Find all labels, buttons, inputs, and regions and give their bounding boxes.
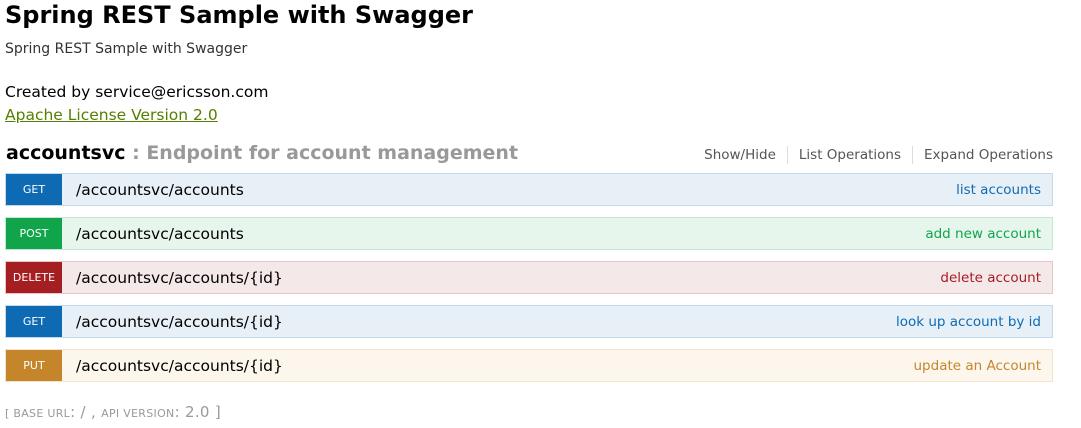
api-title: Spring REST Sample with Swagger <box>5 1 473 29</box>
license-link[interactable]: Apache License Version 2.0 <box>5 106 218 124</box>
operation-summary[interactable]: add new account <box>925 226 1041 242</box>
operation-summary[interactable]: look up account by id <box>896 314 1041 330</box>
api-description: Spring REST Sample with Swagger <box>5 41 248 57</box>
operation-path[interactable]: /accountsvc/accounts/{id} <box>76 269 283 287</box>
http-method-badge[interactable]: PUT <box>6 350 62 381</box>
operation-row-post-accounts[interactable]: POST /accountsvc/accounts add new accoun… <box>5 217 1053 250</box>
operation-summary[interactable]: list accounts <box>956 182 1041 198</box>
operation-row-put-account[interactable]: PUT /accountsvc/accounts/{id} update an … <box>5 349 1053 382</box>
footer-bracket: ] <box>209 403 221 421</box>
operation-row-get-account-by-id[interactable]: GET /accountsvc/accounts/{id} look up ac… <box>5 305 1053 338</box>
operation-path[interactable]: /accountsvc/accounts <box>76 181 244 199</box>
resource-separator: : <box>125 142 147 164</box>
api-version-value: : 2.0 <box>174 403 210 421</box>
http-method-badge[interactable]: POST <box>6 218 62 249</box>
base-url-label: BASE URL <box>13 407 71 420</box>
resource-options: Show/Hide List Operations Expand Operati… <box>693 146 1053 164</box>
resource-name-link[interactable]: accountsvc <box>6 142 126 164</box>
api-footer: [ BASE URL: / , API VERSION: 2.0 ] <box>5 403 221 421</box>
operation-summary[interactable]: update an Account <box>914 358 1042 374</box>
operation-path[interactable]: /accountsvc/accounts/{id} <box>76 313 283 331</box>
operation-summary[interactable]: delete account <box>940 270 1041 286</box>
operation-path[interactable]: /accountsvc/accounts <box>76 225 244 243</box>
operation-row-get-accounts[interactable]: GET /accountsvc/accounts list accounts <box>5 173 1053 206</box>
operation-path[interactable]: /accountsvc/accounts/{id} <box>76 357 283 375</box>
http-method-badge[interactable]: DELETE <box>6 262 62 293</box>
operation-row-delete-account[interactable]: DELETE /accountsvc/accounts/{id} delete … <box>5 261 1053 294</box>
http-method-badge[interactable]: GET <box>6 306 62 337</box>
base-url-value: : / <box>70 403 86 421</box>
contact-info: Created by service@ericsson.com <box>5 83 269 101</box>
http-method-badge[interactable]: GET <box>6 174 62 205</box>
expand-operations-link[interactable]: Expand Operations <box>913 147 1053 163</box>
api-version-label: API VERSION <box>101 407 175 420</box>
list-operations-link[interactable]: List Operations <box>788 147 912 163</box>
footer-separator: , <box>85 403 102 421</box>
show-hide-link[interactable]: Show/Hide <box>693 147 787 163</box>
resource-heading: accountsvc : Endpoint for account manage… <box>6 142 518 164</box>
resource-description: Endpoint for account management <box>146 142 519 164</box>
